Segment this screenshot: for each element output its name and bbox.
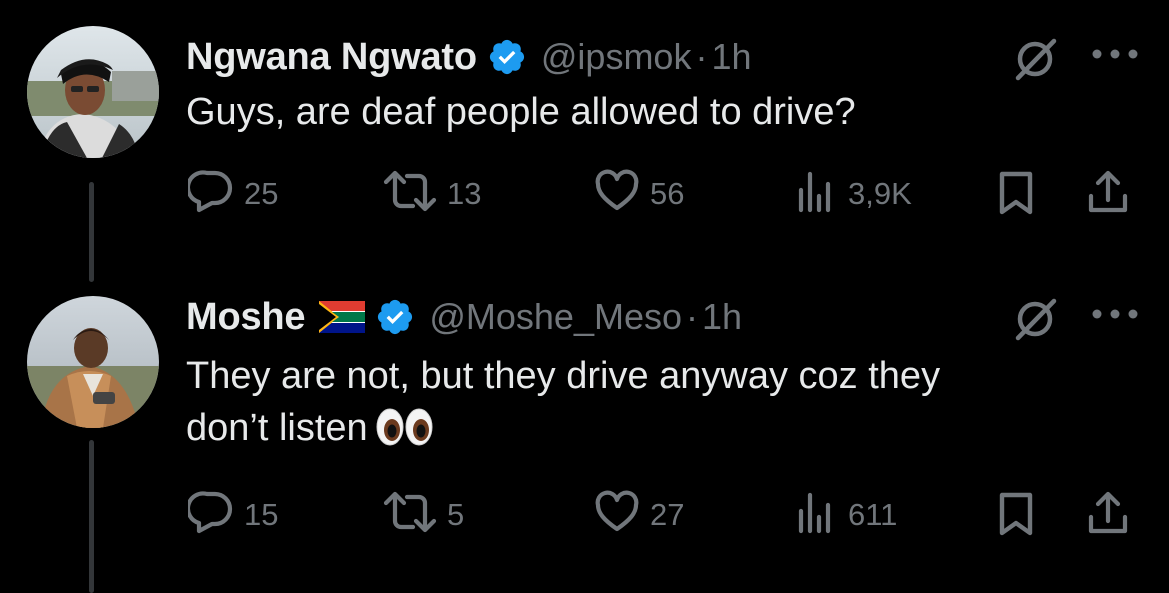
verified-badge-icon[interactable]: [487, 37, 527, 77]
views-button[interactable]: 611: [796, 489, 897, 540]
like-icon: [594, 168, 640, 219]
avatar[interactable]: [27, 296, 159, 428]
reply-count: 15: [244, 496, 279, 532]
user-handle[interactable]: @ipsmok: [541, 36, 692, 78]
tweet-header: Moshe @Moshe_Meso · 1h: [186, 292, 742, 342]
reply-icon: [185, 168, 234, 219]
more-options-icon[interactable]: [1090, 47, 1140, 61]
reply-button[interactable]: 15: [185, 489, 279, 540]
tweet-text: Guys, are deaf people allowed to drive?: [186, 91, 856, 133]
like-count: 27: [650, 496, 685, 532]
tweet-header: Ngwana Ngwato @ipsmok · 1h: [186, 32, 752, 82]
bookmark-icon[interactable]: [996, 491, 1036, 537]
verified-badge-icon[interactable]: [375, 297, 415, 337]
repost-icon: [383, 168, 437, 219]
like-button[interactable]: 56: [594, 168, 684, 219]
display-name[interactable]: Moshe: [186, 296, 306, 339]
separator-dot: ·: [686, 296, 699, 337]
bookmark-icon[interactable]: [996, 170, 1036, 216]
reply-icon: [185, 489, 234, 540]
like-icon: [594, 489, 640, 540]
like-button[interactable]: 27: [594, 489, 684, 540]
separator-dot: ·: [695, 36, 708, 77]
tweet-2[interactable]: Moshe @Moshe_Meso · 1h They are not, but…: [0, 270, 1169, 593]
share-icon[interactable]: [1084, 168, 1132, 216]
more-options-icon[interactable]: [1090, 307, 1140, 321]
eyes-emoji-icon: [376, 408, 434, 460]
repost-count: 13: [447, 175, 482, 211]
display-name[interactable]: Ngwana Ngwato: [186, 36, 477, 79]
avatar[interactable]: [27, 26, 159, 158]
views-icon: [796, 168, 838, 219]
tweet-text-line: They are not, but they drive anyway coz …: [186, 355, 941, 397]
tweet-text: They are not, but they drive anyway coz …: [186, 350, 1106, 460]
south-africa-flag-icon: [319, 301, 366, 333]
repost-count: 5: [447, 496, 465, 532]
timestamp[interactable]: 1h: [711, 36, 751, 78]
views-button[interactable]: 3,9K: [796, 168, 912, 219]
user-handle[interactable]: @Moshe_Meso: [429, 296, 682, 338]
reply-count: 25: [244, 175, 279, 211]
view-count: 611: [848, 496, 898, 532]
timestamp[interactable]: 1h: [702, 296, 742, 338]
tweet-text-line-2: don’t listen: [186, 407, 368, 449]
view-count: 3,9K: [848, 175, 912, 211]
views-icon: [796, 489, 838, 540]
repost-button[interactable]: 5: [383, 489, 464, 540]
grok-icon[interactable]: [1013, 296, 1059, 342]
grok-icon[interactable]: [1013, 36, 1059, 82]
reply-button[interactable]: 25: [185, 168, 279, 219]
tweet-1[interactable]: Ngwana Ngwato @ipsmok · 1h Guys, are dea…: [0, 0, 1169, 260]
tweet-text-line: don’t listen: [186, 402, 1106, 460]
repost-button[interactable]: 13: [383, 168, 481, 219]
repost-icon: [383, 489, 437, 540]
share-icon[interactable]: [1084, 489, 1132, 537]
like-count: 56: [650, 175, 685, 211]
